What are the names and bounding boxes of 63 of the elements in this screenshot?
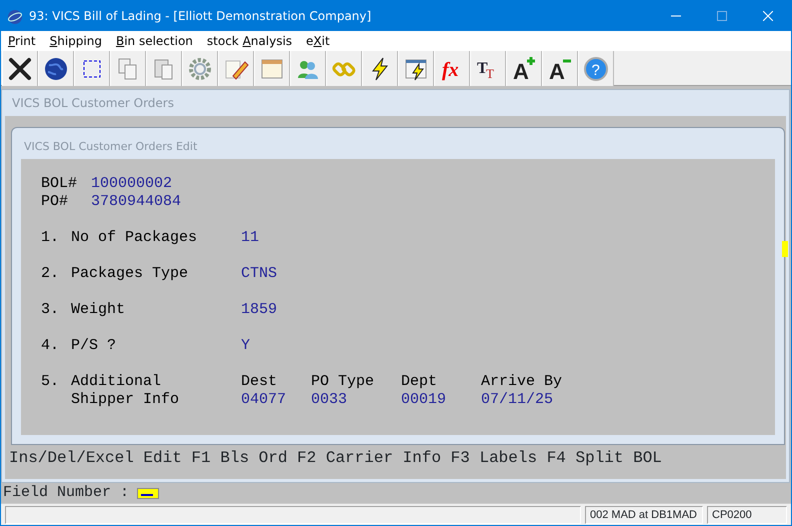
field-value: CTNS bbox=[241, 265, 278, 283]
column-heading: PO Type bbox=[311, 373, 376, 391]
font-larger-button[interactable]: A bbox=[506, 51, 542, 86]
window-button[interactable] bbox=[254, 51, 290, 86]
globe-icon bbox=[7, 8, 23, 25]
scroll-marker bbox=[782, 241, 788, 257]
field-label: BOL# bbox=[41, 175, 78, 193]
column-heading: Dept bbox=[401, 373, 438, 391]
help-icon: ? bbox=[583, 56, 609, 82]
menu-item[interactable]: stock Analysis bbox=[206, 32, 292, 50]
status-text: 002 MAD at DB1MAD bbox=[585, 506, 703, 524]
field-number: 3. bbox=[41, 301, 60, 319]
field-label: Weight bbox=[71, 301, 126, 319]
maximize-icon bbox=[717, 11, 727, 21]
close-icon bbox=[763, 11, 773, 21]
gear-button[interactable] bbox=[182, 51, 218, 86]
globe-icon bbox=[43, 56, 69, 82]
field-value: 07/11/25 bbox=[481, 391, 554, 409]
function-key-hint: Ins/Del/Excel Edit F1 Bls Ord F2 Carrier Info F3 Labels F4 Split BOL bbox=[9, 450, 662, 466]
field-number: 1. bbox=[41, 229, 60, 247]
field-number: 4. bbox=[41, 337, 60, 355]
gear-icon bbox=[187, 56, 213, 82]
help-button[interactable]: ? bbox=[578, 51, 614, 86]
dialog-title: VICS BOL Customer Orders Edit bbox=[23, 139, 198, 155]
menu-item[interactable]: eXit bbox=[306, 32, 330, 50]
field-number: 5. bbox=[41, 373, 60, 392]
input-field[interactable] bbox=[137, 488, 160, 498]
field-value: 00019 bbox=[401, 391, 448, 409]
field-label: Packages Type bbox=[71, 265, 190, 283]
pencil-button[interactable] bbox=[218, 51, 254, 86]
child-window-title: VICS BOL Customer Orders bbox=[11, 95, 175, 112]
close-button[interactable] bbox=[2, 51, 38, 86]
function-button[interactable]: fx bbox=[434, 51, 470, 86]
field-value: 04077 bbox=[241, 391, 288, 409]
field-value: 1859 bbox=[241, 301, 278, 319]
paste-button[interactable] bbox=[146, 51, 182, 86]
form-lightning-button[interactable] bbox=[398, 51, 434, 86]
column-heading: Dest bbox=[241, 373, 278, 391]
status-text: CP0200 bbox=[707, 506, 787, 524]
field-label: P/S ? bbox=[71, 337, 118, 355]
menu-item[interactable]: Bin selection bbox=[116, 32, 193, 50]
selection-button[interactable] bbox=[74, 51, 110, 86]
field-value: 100000002 bbox=[91, 175, 172, 193]
font-smaller-button[interactable]: A bbox=[542, 51, 578, 86]
menu-item[interactable]: Shipping bbox=[50, 32, 102, 50]
people-button[interactable] bbox=[290, 51, 326, 86]
field-value: 0033 bbox=[311, 391, 348, 409]
lightning-button[interactable] bbox=[362, 51, 398, 86]
close-icon bbox=[7, 56, 33, 82]
globe-button[interactable] bbox=[38, 51, 74, 86]
field-label: PO# bbox=[41, 193, 70, 211]
column-heading: Arrive By bbox=[481, 373, 564, 391]
field-value: 11 bbox=[241, 229, 260, 247]
menu-item[interactable]: Print bbox=[8, 32, 36, 50]
field-label: Shipper Info bbox=[71, 391, 180, 409]
function-icon: fx bbox=[439, 56, 465, 82]
field-value: 3780944084 bbox=[91, 193, 182, 211]
window-title: 93: VICS Bill of Lading - [Elliott Demonstration Company] bbox=[29, 8, 372, 25]
field-number: 2. bbox=[41, 265, 60, 283]
field-value: Y bbox=[241, 337, 250, 355]
field-label: Additional bbox=[71, 373, 162, 391]
field-label: No of Packages bbox=[71, 229, 198, 247]
prompt-label: Field Number : bbox=[3, 485, 130, 501]
